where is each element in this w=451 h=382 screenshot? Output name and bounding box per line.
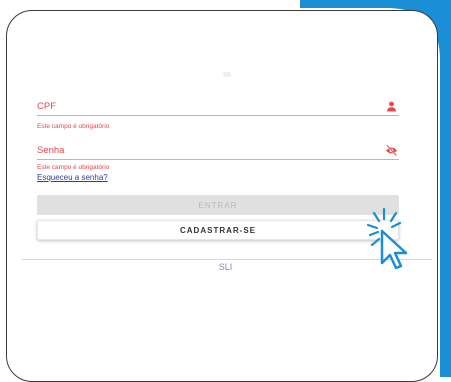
register-button[interactable]: CADASTRAR-SE (37, 220, 399, 240)
password-error-text: Este campo é obrigatório (37, 164, 110, 171)
logo-placeholder (223, 72, 231, 77)
cpf-label: CPF (37, 101, 56, 112)
password-label: Senha (37, 145, 65, 156)
cpf-field[interactable] (37, 115, 399, 116)
click-cursor-icon (366, 207, 408, 270)
cpf-error-text: Este campo é obrigatório (37, 123, 110, 130)
forgot-password-link[interactable]: Esqueceu a senha? (37, 173, 108, 182)
login-button[interactable]: ENTRAR (37, 195, 399, 215)
password-field[interactable] (37, 159, 399, 160)
